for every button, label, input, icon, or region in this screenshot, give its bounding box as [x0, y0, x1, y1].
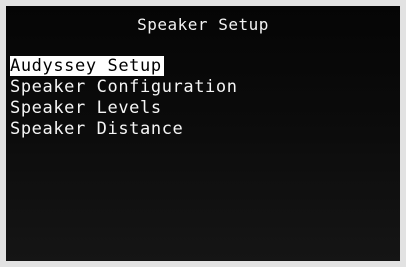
speaker-setup-menu: Audyssey Setup Speaker Configuration Spe… [10, 56, 238, 140]
menu-item-speaker-distance[interactable]: Speaker Distance [10, 119, 238, 140]
osd-screen: Speaker Setup Audyssey Setup Speaker Con… [6, 6, 400, 261]
menu-item-audyssey-setup[interactable]: Audyssey Setup [10, 56, 238, 77]
menu-item-label: Audyssey Setup [10, 56, 164, 76]
display-bezel: Speaker Setup Audyssey Setup Speaker Con… [0, 0, 406, 267]
menu-item-label: Speaker Distance [10, 119, 184, 139]
menu-item-speaker-configuration[interactable]: Speaker Configuration [10, 77, 238, 98]
menu-item-label: Speaker Configuration [10, 77, 238, 97]
page-title: Speaker Setup [137, 15, 269, 34]
menu-item-label: Speaker Levels [10, 98, 162, 118]
menu-item-speaker-levels[interactable]: Speaker Levels [10, 98, 238, 119]
